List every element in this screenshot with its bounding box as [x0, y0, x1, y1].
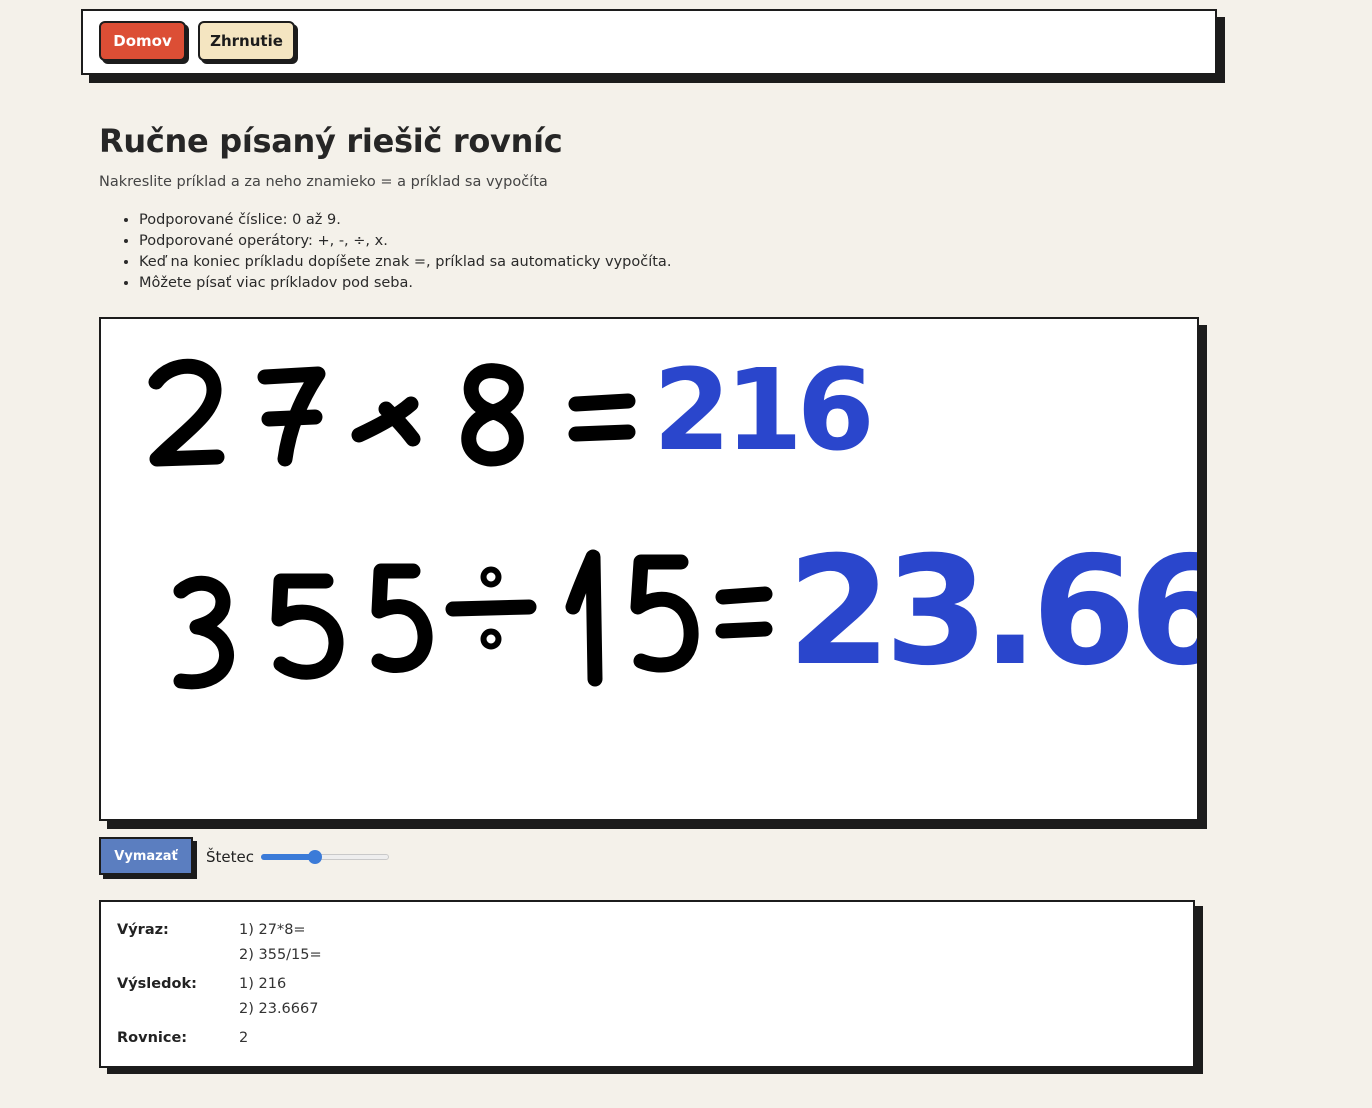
- summary-button[interactable]: Zhrnutie: [198, 21, 295, 61]
- result-value: 2) 23.6667: [239, 1001, 319, 1017]
- top-navbar: Domov Zhrnutie: [81, 9, 1217, 75]
- page-title: Ručne písaný riešič rovníc: [99, 122, 563, 160]
- result-text-2: 23.666: [787, 525, 1197, 699]
- brush-label: Štetec: [206, 848, 254, 866]
- rule-item: Môžete písať viac príkladov pod seba.: [139, 273, 671, 294]
- equation-count-label: Rovnice:: [117, 1030, 188, 1046]
- result-value: 1) 216: [239, 976, 287, 992]
- result-label: Výsledok:: [117, 976, 197, 992]
- handwriting-layer[interactable]: 216 23.666: [101, 319, 1197, 819]
- slider-fill: [261, 854, 315, 860]
- result-text-1: 216: [653, 346, 869, 476]
- handwritten-equation-1: [148, 358, 636, 467]
- page-subtitle: Nakreslite príklad a za neho znamieko = …: [99, 174, 548, 190]
- clear-button[interactable]: Vymazať: [99, 837, 193, 875]
- brush-size-slider[interactable]: [261, 849, 389, 865]
- expression-value: 2) 355/15=: [239, 947, 322, 963]
- expression-value: 1) 27*8=: [239, 922, 306, 938]
- slider-thumb[interactable]: [307, 850, 322, 864]
- rule-item: Podporované číslice: 0 až 9.: [139, 210, 671, 231]
- rule-item: Podporované operátory: +, -, ÷, x.: [139, 231, 671, 252]
- equation-count-value: 2: [239, 1030, 249, 1046]
- drawing-canvas[interactable]: 216 23.666: [99, 317, 1199, 821]
- handwritten-equation-2: [173, 549, 773, 690]
- rules-list: Podporované číslice: 0 až 9. Podporované…: [99, 210, 671, 294]
- home-button[interactable]: Domov: [99, 21, 186, 61]
- expression-label: Výraz:: [117, 922, 169, 938]
- rule-item: Keď na koniec príkladu dopíšete znak =, …: [139, 252, 671, 273]
- results-panel: Výraz: 1) 27*8= 2) 355/15= Výsledok: 1) …: [99, 900, 1195, 1068]
